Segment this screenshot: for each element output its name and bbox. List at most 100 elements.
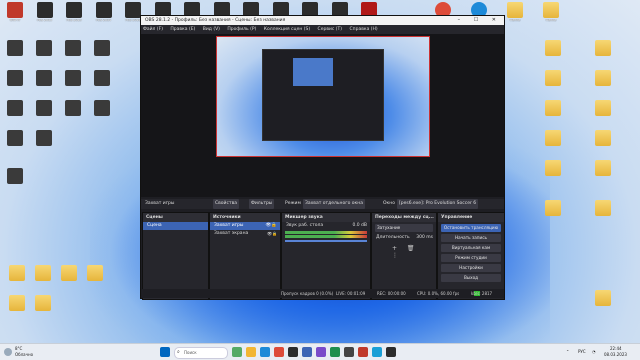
start-recording-button[interactable]: Начать запись [441, 234, 501, 242]
menu-view[interactable]: Вид (V) [203, 27, 220, 32]
desktop-shortcut[interactable] [31, 40, 57, 56]
desktop-shortcut[interactable] [82, 265, 108, 281]
desktop-shortcut[interactable] [590, 130, 616, 146]
obs-menubar: Файл (F) Правка (E) Вид (V) Профиль (P) … [141, 25, 504, 34]
desktop-shortcut[interactable] [2, 168, 28, 184]
menu-scene-collection[interactable]: Коллекция сцен (S) [264, 27, 310, 32]
menu-help[interactable]: Справка (H) [350, 27, 378, 32]
shortcut-label: Папка [545, 19, 557, 22]
transition-select[interactable]: Затухание [375, 224, 433, 232]
desktop-shortcut[interactable] [89, 100, 115, 116]
mixer-channel-label: Звук раб. стола [286, 223, 324, 228]
desktop-shortcut[interactable] [2, 100, 28, 116]
folder-icon [61, 265, 77, 281]
desktop-shortcut[interactable] [2, 70, 28, 86]
desktop-shortcut[interactable] [540, 40, 566, 56]
desktop-shortcut[interactable] [31, 70, 57, 86]
transition-buttons[interactable]: + 🗑 ⋮ [392, 245, 433, 259]
duration-input[interactable]: 300 ms [416, 234, 433, 242]
desktop-shortcut[interactable] [31, 130, 57, 146]
app-icon[interactable] [344, 347, 354, 357]
scene-item[interactable]: Сцена [143, 222, 208, 230]
desktop-shortcut[interactable] [540, 200, 566, 216]
source-item[interactable]: Захват экрана 👁🔒 [210, 230, 280, 238]
desktop-shortcut[interactable]: GTA IV [2, 2, 28, 23]
desktop-shortcut[interactable] [4, 295, 30, 311]
eye-icon[interactable]: 👁🔒 [267, 230, 277, 238]
search-box[interactable]: Поиск ⌕ [174, 347, 228, 359]
obs-icon[interactable] [288, 347, 298, 357]
edge-icon[interactable] [260, 347, 270, 357]
desktop-shortcut[interactable] [540, 70, 566, 86]
desktop-shortcut[interactable] [540, 160, 566, 176]
app-icon[interactable] [386, 347, 396, 357]
preview-canvas[interactable] [216, 36, 430, 157]
desktop-shortcut[interactable] [590, 40, 616, 56]
clock-date[interactable]: 08.03.2023 [604, 352, 627, 357]
menu-tools[interactable]: Сервис (T) [318, 27, 343, 32]
desktop-shortcut[interactable] [89, 70, 115, 86]
desktop-shortcut[interactable] [590, 70, 616, 86]
file-explorer-icon[interactable] [246, 347, 256, 357]
menu-profile[interactable]: Профиль (P) [227, 27, 256, 32]
desktop-shortcut[interactable] [540, 130, 566, 146]
desktop-shortcut[interactable] [590, 200, 616, 216]
weather-icon[interactable] [4, 348, 12, 356]
desktop-shortcut[interactable]: Папка [502, 2, 528, 23]
eye-icon[interactable]: 👁🔒 [266, 222, 277, 230]
window-select[interactable]: [pes6.exe]: Pro Evolution Soccer 6 [397, 199, 479, 209]
menu-edit[interactable]: Правка (E) [170, 27, 195, 32]
app-icon[interactable] [358, 347, 368, 357]
language-indicator[interactable]: РУС [578, 349, 586, 354]
menu-file[interactable]: Файл (F) [143, 27, 163, 32]
desktop-shortcut[interactable] [89, 40, 115, 56]
source-item[interactable]: Захват игры 👁🔒 [210, 222, 280, 230]
desktop-shortcut[interactable] [590, 100, 616, 116]
app-icon[interactable] [316, 347, 326, 357]
start-icon[interactable] [160, 347, 170, 357]
app-icon [95, 2, 112, 18]
exit-button[interactable]: Выход [441, 274, 501, 282]
desktop-shortcut[interactable] [590, 290, 616, 306]
desktop-shortcut[interactable] [60, 100, 86, 116]
desktop-shortcut[interactable] [540, 100, 566, 116]
app-icon [94, 40, 110, 56]
app-icon[interactable] [330, 347, 340, 357]
wifi-icon[interactable]: ◔ [592, 349, 596, 354]
desktop-shortcut[interactable] [2, 40, 28, 56]
desktop-shortcut[interactable] [30, 295, 56, 311]
properties-button[interactable]: Свойства [213, 199, 239, 209]
app-icon[interactable] [372, 347, 382, 357]
mode-select[interactable]: Захват отдельного окна [303, 199, 365, 209]
desktop-shortcut[interactable]: PES 2013 [61, 2, 87, 23]
settings-button[interactable]: Настройки [441, 264, 501, 272]
clock-time[interactable]: 22:44 [610, 346, 622, 351]
desktop-shortcut[interactable] [56, 265, 82, 281]
virtual-camera-button[interactable]: Виртуальная кам [441, 244, 501, 252]
desktop-shortcut[interactable] [31, 100, 57, 116]
sources-title: Источники [210, 213, 280, 222]
tray-chevron-icon[interactable]: ⌃ [566, 349, 569, 354]
task-view-icon[interactable] [232, 347, 242, 357]
desktop-shortcut[interactable] [30, 265, 56, 281]
studio-mode-button[interactable]: Режим студии [441, 254, 501, 262]
app-icon[interactable] [302, 347, 312, 357]
desktop-shortcut[interactable] [60, 70, 86, 86]
volume-slider[interactable] [285, 240, 367, 242]
desktop-shortcut[interactable] [60, 40, 86, 56]
app-icon [7, 70, 23, 86]
desktop-shortcut[interactable] [590, 160, 616, 176]
folder-icon [507, 2, 523, 18]
desktop-shortcut[interactable] [4, 265, 30, 281]
preview-area[interactable] [141, 34, 504, 197]
desktop-shortcut[interactable]: PES 2015 [32, 2, 58, 23]
desktop-shortcut[interactable] [2, 130, 28, 146]
desktop-shortcut[interactable]: PES 2014 [91, 2, 117, 23]
desktop-shortcut[interactable]: Папка [538, 2, 564, 23]
window-controls[interactable]: – ☐ ✕ [458, 16, 502, 25]
app-icon [7, 2, 23, 18]
filters-button[interactable]: Фильтры [249, 199, 275, 209]
chrome-icon[interactable] [274, 347, 284, 357]
app-icon [36, 130, 52, 146]
stop-streaming-button[interactable]: Остановить трансляцию [441, 224, 501, 232]
